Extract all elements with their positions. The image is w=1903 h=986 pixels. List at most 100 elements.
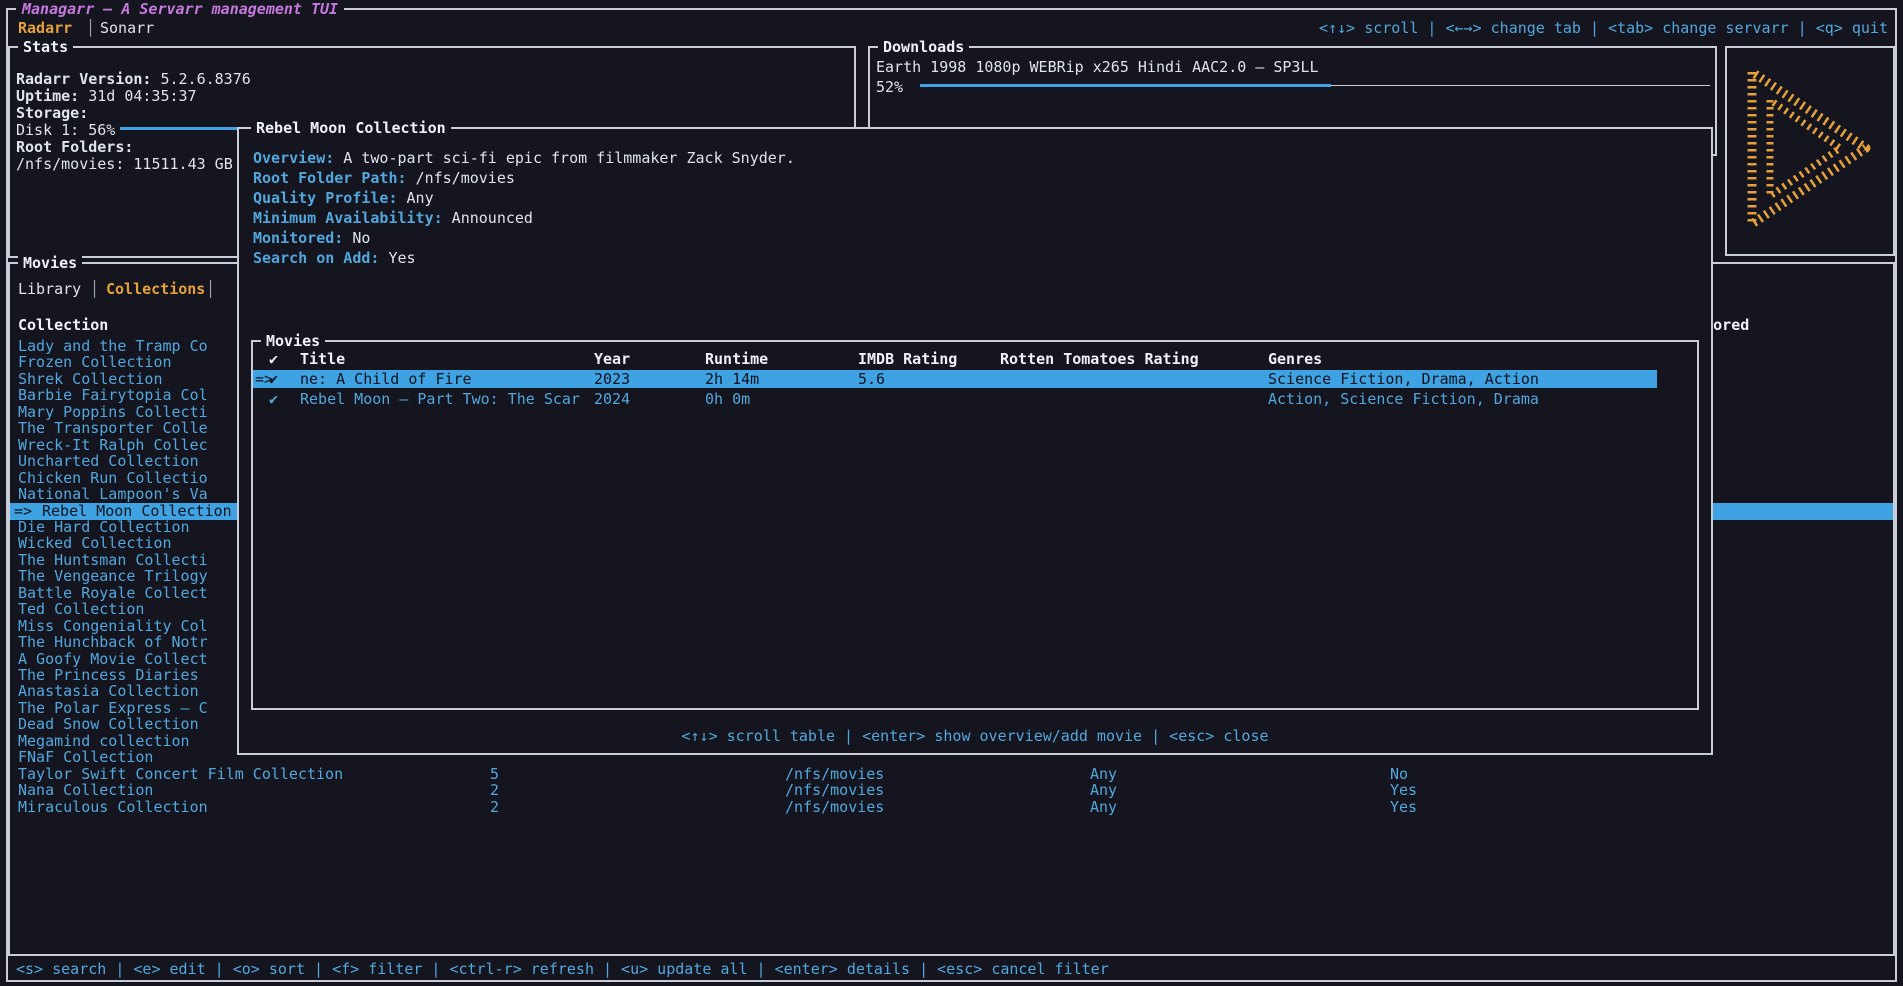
collection-name: The Polar Express – C <box>18 700 208 717</box>
field-label: Search on Add: <box>253 249 379 267</box>
stats-uptime-label: Uptime: <box>16 87 79 105</box>
field-value: Any <box>398 189 434 207</box>
app-title: Managarr – A Servarr management TUI <box>16 0 344 18</box>
collection-name: Lady and the Tramp Co <box>18 338 208 355</box>
field-value: /nfs/movies <box>407 169 515 187</box>
collection-name: Anastasia Collection <box>18 683 199 700</box>
collection-cell-search_on_add: Yes <box>1390 782 1417 799</box>
bottom-help-keybinds: <s> search | <e> edit | <o> sort | <f> f… <box>16 960 1109 978</box>
downloads-panel-title: Downloads <box>878 38 969 56</box>
stats-version-label: Radarr Version: <box>16 70 151 88</box>
collection-name: FNaF Collection <box>18 749 153 766</box>
download-progress-track <box>1331 85 1710 86</box>
field-label: Root Folder Path: <box>253 169 407 187</box>
movie-cell: 2023 <box>594 370 630 388</box>
movie-cell: 2024 <box>594 390 630 408</box>
field-value: Announced <box>443 209 533 227</box>
modal-movies-subpanel: Movies ✔TitleYearRuntimeIMDB RatingRotte… <box>251 340 1699 710</box>
stats-version-value: 5.2.6.8376 <box>160 70 250 88</box>
collection-detail-field: Monitored: No <box>253 229 370 247</box>
collection-cell-count: 2 <box>490 782 499 799</box>
field-label: Minimum Availability: <box>253 209 443 227</box>
collection-cell-search_on_add: No <box>1390 766 1408 783</box>
modal-movies-table-body: =>✔ne: A Child of Fire20232h 14m5.6Scien… <box>253 342 1697 708</box>
collection-cell-quality: Any <box>1090 799 1117 816</box>
collection-detail-field: Quality Profile: Any <box>253 189 434 207</box>
logo-panel <box>1725 46 1895 256</box>
stats-uptime: Uptime: 31d 04:35:37 <box>16 87 197 105</box>
movie-cell: 2h 14m <box>705 370 759 388</box>
movie-cell: 5.6 <box>858 370 885 388</box>
collection-name: The Huntsman Collecti <box>18 552 208 569</box>
collection-cell-count: 5 <box>490 766 499 783</box>
collection-detail-field: Overview: A two-part sci-fi epic from fi… <box>253 149 795 167</box>
stats-uptime-value: 31d 04:35:37 <box>88 87 196 105</box>
collection-name: Chicken Run Collectio <box>18 470 208 487</box>
movie-cell: 0h 0m <box>705 390 750 408</box>
field-value: Yes <box>379 249 415 267</box>
movie-row[interactable]: ✔ Rebel Moon – Part Two: The Scar 2024 0h 0… <box>253 390 1657 408</box>
field-value: A two-part sci-fi epic from filmmaker Za… <box>334 149 795 167</box>
tab-radarr[interactable]: Radarr <box>18 19 72 37</box>
collection-name: Rebel Moon Collection <box>42 503 232 520</box>
collection-row[interactable]: Nana Collection 2/nfs/movies Any Yes <box>10 782 1893 799</box>
tab-divider: │ <box>86 19 95 37</box>
download-item-title: Earth 1998 1080p WEBRip x265 Hindi AAC2.… <box>876 58 1319 76</box>
stats-disk-label: Disk 1: <box>16 121 79 139</box>
collection-name: Barbie Fairytopia Col <box>18 387 208 404</box>
tab-sonarr[interactable]: Sonarr <box>100 19 154 37</box>
stats-root-folders-label: Root Folders: <box>16 138 133 156</box>
stats-disk-percent: 56% <box>88 121 115 139</box>
movie-cell: Rebel Moon – Part Two: The Scar <box>300 390 580 408</box>
stats-root-folder-usage: /nfs/movies: 11511.43 GB <box>16 155 233 173</box>
collection-cell-quality: Any <box>1090 782 1117 799</box>
movie-row[interactable]: =>✔ne: A Child of Fire20232h 14m5.6Scien… <box>253 370 1657 388</box>
field-label: Monitored: <box>253 229 343 247</box>
collection-detail-field: Minimum Availability: Announced <box>253 209 533 227</box>
collection-name: Wicked Collection <box>18 535 172 552</box>
collection-name: The Vengeance Trilogy <box>18 568 208 585</box>
movie-cell: ne: A Child of Fire <box>300 370 472 388</box>
collection-name: The Princess Diaries <box>18 667 199 684</box>
selection-arrow: => <box>14 503 32 520</box>
collection-cell-search_on_add: Yes <box>1390 799 1417 816</box>
collection-row[interactable]: Miraculous Collection 2/nfs/movies Any Yes <box>10 799 1893 816</box>
collection-cell-root: /nfs/movies <box>785 782 884 799</box>
collection-name: Nana Collection <box>18 782 153 799</box>
collection-name: The Hunchback of Notr <box>18 634 208 651</box>
collection-cell-count: 2 <box>490 799 499 816</box>
collection-name: Miss Congeniality Col <box>18 618 208 635</box>
collection-cell-quality: Any <box>1090 766 1117 783</box>
collection-name: Wreck-It Ralph Collec <box>18 437 208 454</box>
collection-cell-root: /nfs/movies <box>785 766 884 783</box>
stats-version: Radarr Version: 5.2.6.8376 <box>16 70 251 88</box>
movie-cell: Action, Science Fiction, Drama <box>1268 390 1539 408</box>
collection-cell-root: /nfs/movies <box>785 799 884 816</box>
collection-name: Die Hard Collection <box>18 519 190 536</box>
collection-name: Megamind collection <box>18 733 190 750</box>
field-value: No <box>343 229 370 247</box>
stats-panel-title: Stats <box>18 38 73 56</box>
collection-name: A Goofy Movie Collect <box>18 651 208 668</box>
collection-name: Uncharted Collection <box>18 453 199 470</box>
collection-name: The Transporter Colle <box>18 420 208 437</box>
download-progress-fill <box>920 84 1331 87</box>
field-label: Overview: <box>253 149 334 167</box>
movie-cell: Science Fiction, Drama, Action <box>1268 370 1539 388</box>
managarr-play-logo-icon <box>1740 64 1880 234</box>
collection-name: Dead Snow Collection <box>18 716 199 733</box>
movie-cell: ✔ <box>269 390 278 408</box>
collection-name: Shrek Collection <box>18 371 163 388</box>
collection-name: Taylor Swift Concert Film Collection <box>18 766 343 783</box>
collection-row[interactable]: Taylor Swift Concert Film Collection 5/nf… <box>10 766 1893 783</box>
collection-details-modal: Rebel Moon Collection Overview: A two-pa… <box>237 127 1713 755</box>
collection-detail-field: Root Folder Path: /nfs/movies <box>253 169 515 187</box>
top-help-keybinds: <↑↓> scroll | <←→> change tab | <tab> ch… <box>1319 19 1888 37</box>
stats-storage-label: Storage: <box>16 104 88 122</box>
stats-disk: Disk 1: 56% <box>16 121 115 139</box>
movie-cell: ✔ <box>269 370 278 388</box>
collection-detail-field: Search on Add: Yes <box>253 249 416 267</box>
collection-name: Battle Royale Collect <box>18 585 208 602</box>
collection-name: Miraculous Collection <box>18 799 208 816</box>
field-label: Quality Profile: <box>253 189 398 207</box>
